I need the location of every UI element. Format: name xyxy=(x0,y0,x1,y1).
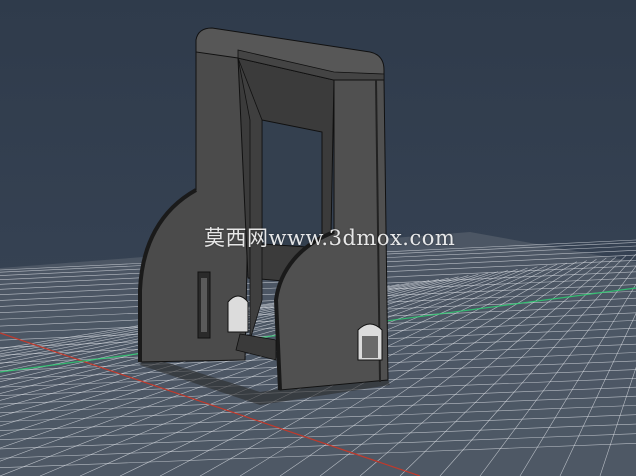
left-slot-inner xyxy=(201,278,207,332)
model-bracket[interactable] xyxy=(138,27,390,405)
left-notch-hole xyxy=(227,295,249,333)
watermark-text: 莫西网www.3dmox.com xyxy=(204,226,456,250)
3d-viewport[interactable]: 莫西网www.3dmox.com xyxy=(0,0,636,476)
right-notch-inner xyxy=(362,336,378,358)
